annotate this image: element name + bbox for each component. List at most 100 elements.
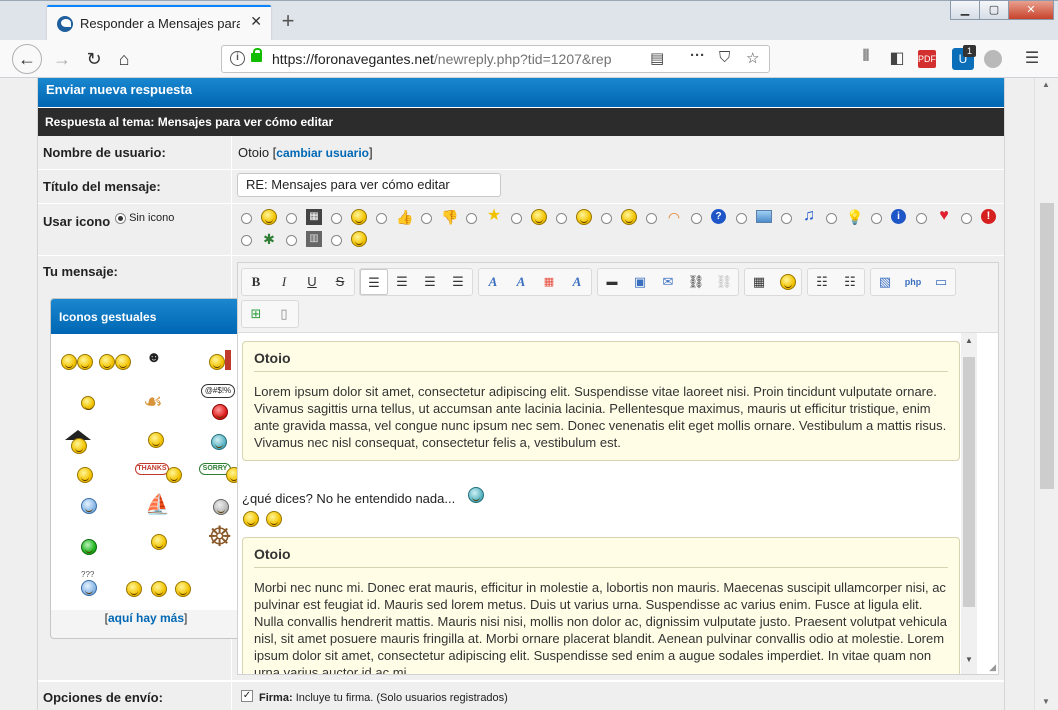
no-icon-radio[interactable] [115, 212, 126, 224]
home-button[interactable]: ⌂ [110, 46, 138, 72]
gesture-thinking-icon[interactable]: ☻ [146, 349, 162, 366]
icon-radio[interactable] [556, 213, 567, 224]
gesture-shocked-icon[interactable] [151, 581, 167, 597]
icon-radio[interactable] [871, 213, 882, 224]
sidebar-icon[interactable]: ◧ [885, 48, 909, 70]
gesture-glasses-icon[interactable] [151, 534, 167, 550]
url-text[interactable]: https://foronavegantes.net/newreply.php?… [272, 51, 612, 67]
source-code-icon[interactable]: ▧ [871, 269, 899, 295]
icon-radio[interactable] [781, 213, 792, 224]
minimize-button[interactable]: ▁ [950, 0, 980, 20]
gesture-reading-icon[interactable] [209, 354, 225, 370]
italic-button[interactable]: I [270, 269, 298, 295]
unlink-icon[interactable]: ⛓ [710, 269, 738, 295]
gesture-question-icon[interactable] [81, 580, 97, 596]
gesture-smiley-icon[interactable] [115, 354, 131, 370]
signature-checkbox[interactable]: ✓ [241, 690, 253, 702]
gesture-surprised-icon[interactable] [175, 581, 191, 597]
icon-radio[interactable] [961, 213, 972, 224]
icon-radio[interactable] [421, 213, 432, 224]
icon-radio[interactable] [736, 213, 747, 224]
icon-radio[interactable] [646, 213, 657, 224]
gesture-confused-icon[interactable] [211, 434, 227, 450]
more-link-text[interactable]: aquí hay más [108, 611, 184, 625]
change-user-link[interactable]: cambiar usuario [276, 146, 369, 160]
gesture-helm-icon[interactable]: ☸ [207, 520, 232, 553]
strikethrough-button[interactable]: S [326, 269, 354, 295]
scroll-down-icon[interactable]: ▼ [965, 655, 973, 664]
gesture-angry-icon[interactable] [212, 404, 228, 420]
close-tab-icon[interactable]: ✕ [250, 13, 262, 30]
maximize-editor-icon[interactable]: ⊞ [242, 301, 270, 327]
gesture-sick-icon[interactable] [81, 539, 97, 555]
icon-radio[interactable] [241, 235, 252, 246]
gesture-thanks-icon[interactable] [166, 467, 182, 483]
source-mode-icon[interactable]: ▯ [270, 301, 298, 327]
icon-radio[interactable] [511, 213, 522, 224]
justify-button[interactable]: ☰ [444, 269, 472, 295]
gesture-gray-icon[interactable] [213, 499, 229, 515]
remove-format-icon[interactable]: A [563, 269, 591, 295]
insert-image-icon[interactable]: ▣ [626, 269, 654, 295]
browser-tab[interactable]: Responder a Mensajes para ver cómo edita… [47, 5, 271, 40]
menu-icon[interactable]: ☰ [1020, 48, 1044, 70]
page-scroll-thumb[interactable] [1040, 203, 1054, 489]
quote-icon[interactable]: ▭ [927, 269, 955, 295]
insert-link-icon[interactable]: ⛓ [682, 269, 710, 295]
site-info-icon[interactable]: i [230, 51, 245, 66]
font-size-icon[interactable]: A [507, 269, 535, 295]
php-icon[interactable]: php [899, 269, 927, 295]
more-gestures-link[interactable]: [aquí hay más] [51, 611, 239, 625]
icon-radio[interactable] [331, 235, 342, 246]
back-button[interactable]: ← [12, 44, 42, 74]
horizontal-rule-icon[interactable]: ▬ [598, 269, 626, 295]
subject-input[interactable]: RE: Mensajes para ver cómo editar [237, 173, 501, 197]
font-family-icon[interactable]: A [479, 269, 507, 295]
gesture-hands-icon[interactable]: ☙ [143, 389, 163, 415]
numbered-list-icon[interactable]: ☷ [836, 269, 864, 295]
reader-view-icon[interactable]: ▤ [650, 49, 664, 67]
icon-radio[interactable] [691, 213, 702, 224]
gesture-dizzy-icon[interactable] [77, 467, 93, 483]
address-bar[interactable]: i https://foronavegantes.net/newreply.ph… [221, 45, 770, 73]
editor-scrollbar[interactable]: ▲ ▼ [961, 333, 977, 674]
forward-button[interactable]: → [48, 46, 76, 72]
icon-radio[interactable] [376, 213, 387, 224]
page-scroll-down-icon[interactable]: ▼ [1042, 697, 1050, 706]
icon-radio[interactable] [286, 213, 297, 224]
bookmark-star-icon[interactable]: ☆ [746, 49, 759, 67]
underline-button[interactable]: U [298, 269, 326, 295]
privacy-extension-icon[interactable] [984, 50, 1002, 68]
pdf-extension-icon[interactable]: PDF [918, 50, 936, 68]
insert-email-icon[interactable]: ✉ [654, 269, 682, 295]
editor-content[interactable]: Otoio Lorem ipsum dolor sit amet, consec… [238, 333, 961, 674]
insert-emoticon-icon[interactable] [780, 274, 796, 290]
page-scroll-up-icon[interactable]: ▲ [1042, 80, 1050, 89]
gesture-pointing-icon[interactable] [81, 396, 95, 410]
gesture-smiley-icon[interactable] [77, 354, 93, 370]
icon-radio[interactable] [286, 235, 297, 246]
new-tab-button[interactable]: + [276, 8, 300, 34]
icon-radio[interactable] [466, 213, 477, 224]
icon-radio[interactable] [241, 213, 252, 224]
gesture-smiley-icon[interactable] [99, 354, 115, 370]
align-center-button[interactable]: ☰ [388, 269, 416, 295]
insert-video-icon[interactable]: ▦ [745, 269, 773, 295]
maximize-button[interactable]: ▢ [979, 0, 1009, 20]
gesture-graduate-icon[interactable] [148, 432, 164, 448]
icon-radio[interactable] [916, 213, 927, 224]
resize-handle-icon[interactable]: ◢ [989, 662, 996, 673]
reload-button[interactable]: ↻ [80, 46, 108, 72]
bold-button[interactable]: B [242, 269, 270, 295]
page-actions-icon[interactable]: ··· [690, 47, 705, 64]
library-icon[interactable]: ⫴ [854, 48, 878, 70]
icon-radio[interactable] [826, 213, 837, 224]
align-right-button[interactable]: ☰ [416, 269, 444, 295]
gesture-smiley-icon[interactable] [61, 354, 77, 370]
pocket-icon[interactable]: ⛉ [719, 49, 730, 66]
scroll-up-icon[interactable]: ▲ [965, 336, 973, 345]
gesture-pirate-icon[interactable] [71, 438, 87, 454]
no-icon-option[interactable]: Sin icono [115, 212, 174, 224]
gesture-wave-icon[interactable] [126, 581, 142, 597]
gesture-sailing-icon[interactable]: ⛵ [145, 492, 170, 517]
